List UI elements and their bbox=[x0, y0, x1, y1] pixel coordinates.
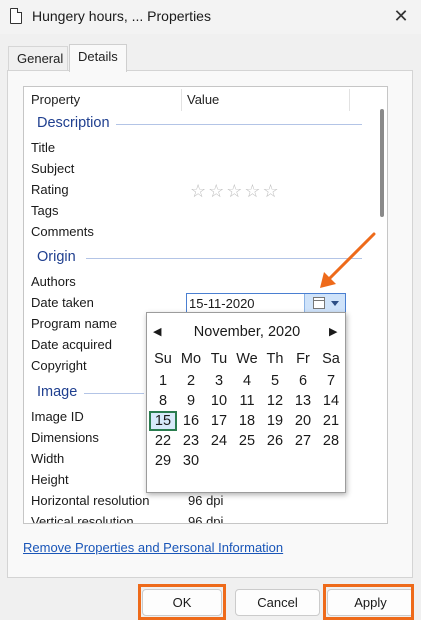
calendar-day[interactable]: 20 bbox=[289, 411, 317, 431]
calendar-icon bbox=[313, 297, 325, 309]
row-label-subject[interactable]: Subject bbox=[31, 161, 74, 176]
calendar-day[interactable]: 14 bbox=[317, 391, 345, 411]
calendar-day[interactable]: 28 bbox=[317, 431, 345, 451]
row-label-copyright[interactable]: Copyright bbox=[31, 358, 87, 373]
row-label-comments[interactable]: Comments bbox=[31, 224, 94, 239]
date-taken-field[interactable]: 15-11-2020 bbox=[186, 293, 346, 313]
calendar-day[interactable]: 22 bbox=[149, 431, 177, 451]
next-month-button[interactable]: ▶ bbox=[329, 325, 337, 338]
row-label-vertical-resolution[interactable]: Vertical resolution bbox=[31, 514, 134, 523]
weekday-header: Fr bbox=[296, 351, 310, 367]
weekday-header: Th bbox=[266, 351, 284, 367]
section-divider bbox=[84, 393, 144, 394]
date-taken-value[interactable]: 15-11-2020 bbox=[189, 296, 255, 311]
calendar-day[interactable]: 23 bbox=[177, 431, 205, 451]
weekday-header: We bbox=[236, 351, 258, 367]
section-description: Description bbox=[37, 115, 110, 131]
row-label-rating[interactable]: Rating bbox=[31, 182, 69, 197]
calendar-day[interactable]: 25 bbox=[233, 431, 261, 451]
section-divider bbox=[86, 258, 362, 259]
column-divider[interactable] bbox=[181, 89, 182, 111]
row-label-width[interactable]: Width bbox=[31, 451, 64, 466]
calendar-day[interactable]: 12 bbox=[261, 391, 289, 411]
row-label-horizontal-resolution[interactable]: Horizontal resolution bbox=[31, 493, 150, 508]
scrollbar-thumb[interactable] bbox=[380, 109, 384, 217]
calendar-day[interactable]: 8 bbox=[149, 391, 177, 411]
calendar-day[interactable]: 21 bbox=[317, 411, 345, 431]
calendar-day[interactable]: 26 bbox=[261, 431, 289, 451]
cancel-button[interactable]: Cancel bbox=[235, 589, 320, 616]
section-divider bbox=[116, 124, 362, 125]
window-title: Hungery hours, ... Properties bbox=[32, 8, 211, 24]
column-header-value[interactable]: Value bbox=[187, 87, 219, 113]
calendar-day[interactable]: 2 bbox=[177, 371, 205, 391]
ok-button[interactable]: OK bbox=[142, 589, 222, 616]
row-label-height[interactable]: Height bbox=[31, 472, 69, 487]
row-label-authors[interactable]: Authors bbox=[31, 274, 76, 289]
rating-stars[interactable]: ☆☆☆☆☆ bbox=[190, 181, 281, 202]
section-origin: Origin bbox=[37, 249, 76, 265]
calendar-day[interactable]: 3 bbox=[205, 371, 233, 391]
vertical-resolution-value[interactable]: 96 dpi bbox=[188, 514, 223, 523]
calendar-day[interactable]: 13 bbox=[289, 391, 317, 411]
weekday-header: Sa bbox=[322, 351, 340, 367]
calendar-day[interactable]: 5 bbox=[261, 371, 289, 391]
calendar-day[interactable]: 10 bbox=[205, 391, 233, 411]
calendar-day[interactable]: 16 bbox=[177, 411, 205, 431]
row-label-dimensions[interactable]: Dimensions bbox=[31, 430, 99, 445]
row-label-title[interactable]: Title bbox=[31, 140, 55, 155]
chevron-down-icon bbox=[331, 301, 339, 306]
row-label-date-acquired[interactable]: Date acquired bbox=[31, 337, 112, 352]
row-label-image-id[interactable]: Image ID bbox=[31, 409, 84, 424]
document-icon bbox=[10, 8, 22, 24]
calendar-day[interactable]: 7 bbox=[317, 371, 345, 391]
calendar-day[interactable]: 11 bbox=[233, 391, 261, 411]
row-label-program-name[interactable]: Program name bbox=[31, 316, 117, 331]
column-header-property[interactable]: Property bbox=[31, 87, 80, 113]
calendar-day[interactable]: 9 bbox=[177, 391, 205, 411]
calendar-popup[interactable]: ◀ November, 2020 ▶ Su Mo Tu We Th Fr Sa 1 2 3 4 5 6 7… bbox=[146, 312, 346, 493]
weekday-header: Mo bbox=[180, 351, 202, 367]
weekday-header: Su bbox=[154, 351, 172, 367]
calendar-day[interactable]: 4 bbox=[233, 371, 261, 391]
calendar-dropdown-button[interactable] bbox=[304, 294, 345, 312]
column-divider[interactable] bbox=[349, 89, 350, 111]
calendar-month-title[interactable]: November, 2020 bbox=[147, 324, 347, 340]
calendar-day[interactable]: 29 bbox=[149, 451, 177, 471]
horizontal-resolution-value[interactable]: 96 dpi bbox=[188, 493, 223, 508]
calendar-day[interactable]: 17 bbox=[205, 411, 233, 431]
remove-properties-link[interactable]: Remove Properties and Personal Informati… bbox=[23, 540, 283, 555]
close-button[interactable]: ✕ bbox=[387, 2, 415, 30]
calendar-day[interactable]: 1 bbox=[149, 371, 177, 391]
calendar-day[interactable]: 30 bbox=[177, 451, 205, 471]
row-label-tags[interactable]: Tags bbox=[31, 203, 58, 218]
calendar-day-selected[interactable]: 15 bbox=[149, 411, 177, 431]
tab-general[interactable]: General bbox=[8, 46, 68, 71]
calendar-day[interactable]: 6 bbox=[289, 371, 317, 391]
tab-details[interactable]: Details bbox=[69, 44, 127, 72]
calendar-day[interactable]: 24 bbox=[205, 431, 233, 451]
calendar-day[interactable]: 19 bbox=[261, 411, 289, 431]
calendar-day[interactable]: 18 bbox=[233, 411, 261, 431]
title-bar: Hungery hours, ... Properties ✕ bbox=[0, 0, 421, 34]
weekday-header: Tu bbox=[210, 351, 228, 367]
section-image: Image bbox=[37, 384, 78, 400]
row-label-date-taken[interactable]: Date taken bbox=[31, 295, 94, 310]
calendar-day[interactable]: 27 bbox=[289, 431, 317, 451]
apply-button[interactable]: Apply bbox=[327, 589, 414, 616]
